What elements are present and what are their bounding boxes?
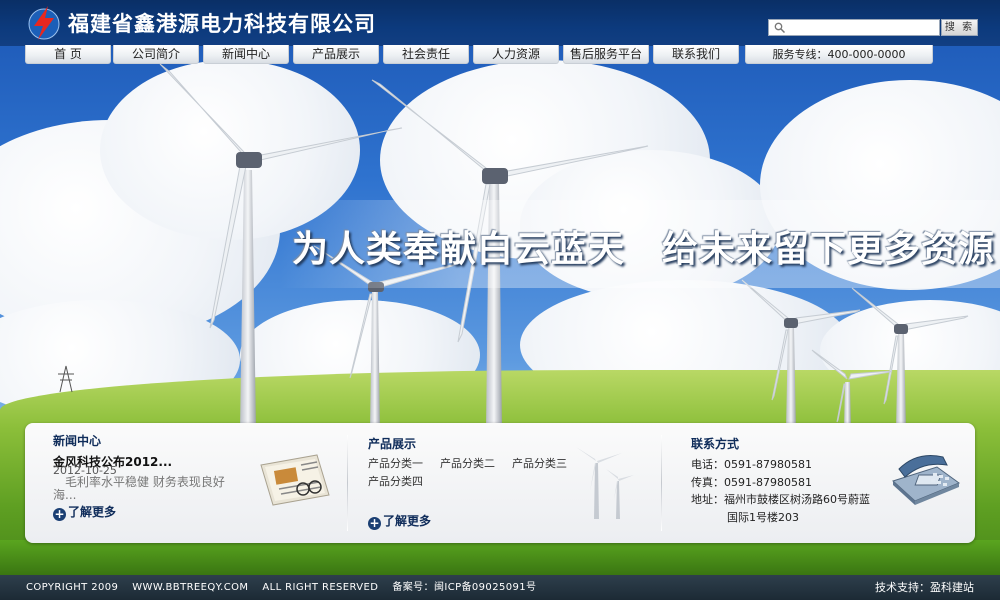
telephone-icon (892, 455, 961, 505)
nav-item-human-resources[interactable]: 人力资源 (473, 45, 559, 64)
search-button[interactable]: 搜 索 (941, 19, 978, 36)
product-category-4[interactable]: 产品分类四 (368, 473, 423, 489)
header-bar: 福建省鑫港源电力科技有限公司 搜 索 (0, 0, 1000, 46)
contact-phone: 电话：0591-87980581 (691, 458, 812, 471)
nav-item-social-responsibility[interactable]: 社会责任 (383, 45, 469, 64)
wind-turbine-icon (576, 447, 634, 519)
company-logo[interactable] (26, 4, 62, 42)
company-name: 福建省鑫港源电力科技有限公司 (68, 12, 376, 36)
products-more-link[interactable]: + 了解更多 (368, 512, 431, 530)
service-hotline: 服务专线：400-000-0000 (745, 45, 933, 64)
product-category-3[interactable]: 产品分类三 (512, 455, 567, 471)
product-category-2[interactable]: 产品分类二 (440, 455, 495, 471)
banner-slogan: 为人类奉献白云蓝天 给未来留下更多资源 (292, 228, 996, 270)
nav-item-products[interactable]: 产品展示 (293, 45, 379, 64)
contact-fax: 传真：0591-87980581 (691, 476, 812, 489)
footer-copyright: COPYRIGHT 2009 WWW.BBTREEQY.COM ALL RIGH… (26, 582, 537, 593)
info-panel: 新闻中心 金风科技公布2012... 2012-10-25 毛利率水平稳健 财务… (25, 423, 975, 543)
power-pylon (58, 365, 74, 393)
news-more-label: 了解更多 (68, 505, 117, 519)
nav-item-after-sales[interactable]: 售后服务平台 (563, 45, 649, 64)
wind-turbine (851, 287, 969, 430)
news-section-title: 新闻中心 (53, 434, 102, 448)
news-more-link[interactable]: + 了解更多 (53, 503, 116, 521)
footer-support[interactable]: 技术支持：盈科建站 (875, 575, 974, 600)
nav-item-about[interactable]: 公司简介 (113, 45, 199, 64)
nav-item-contact[interactable]: 联系我们 (653, 45, 739, 64)
contact-section-title: 联系方式 (691, 437, 740, 451)
product-category-1[interactable]: 产品分类一 (368, 455, 423, 471)
search-input[interactable] (789, 20, 937, 35)
nav-item-home[interactable]: 首 页 (25, 45, 111, 64)
newspaper-icon (260, 454, 330, 506)
search-field[interactable] (768, 19, 940, 36)
wind-turbine (811, 349, 893, 430)
divider (661, 435, 662, 531)
plus-icon: + (368, 516, 381, 530)
footer-bar: COPYRIGHT 2009 WWW.BBTREEQY.COM ALL RIGH… (0, 575, 1000, 600)
products-section-title: 产品展示 (368, 437, 417, 451)
divider (347, 435, 348, 531)
wind-turbine (741, 279, 861, 430)
search-icon (774, 22, 785, 33)
contact-address: 地址：福州市鼓楼区树汤路60号蔚蓝 (691, 493, 870, 506)
news-summary: 毛利率水平稳健 财务表现良好海... (53, 475, 225, 502)
contact-address-line2: 国际1号楼203 (727, 511, 799, 524)
plus-icon: + (53, 507, 66, 521)
products-more-label: 了解更多 (383, 514, 432, 528)
nav-item-news[interactable]: 新闻中心 (203, 45, 289, 64)
